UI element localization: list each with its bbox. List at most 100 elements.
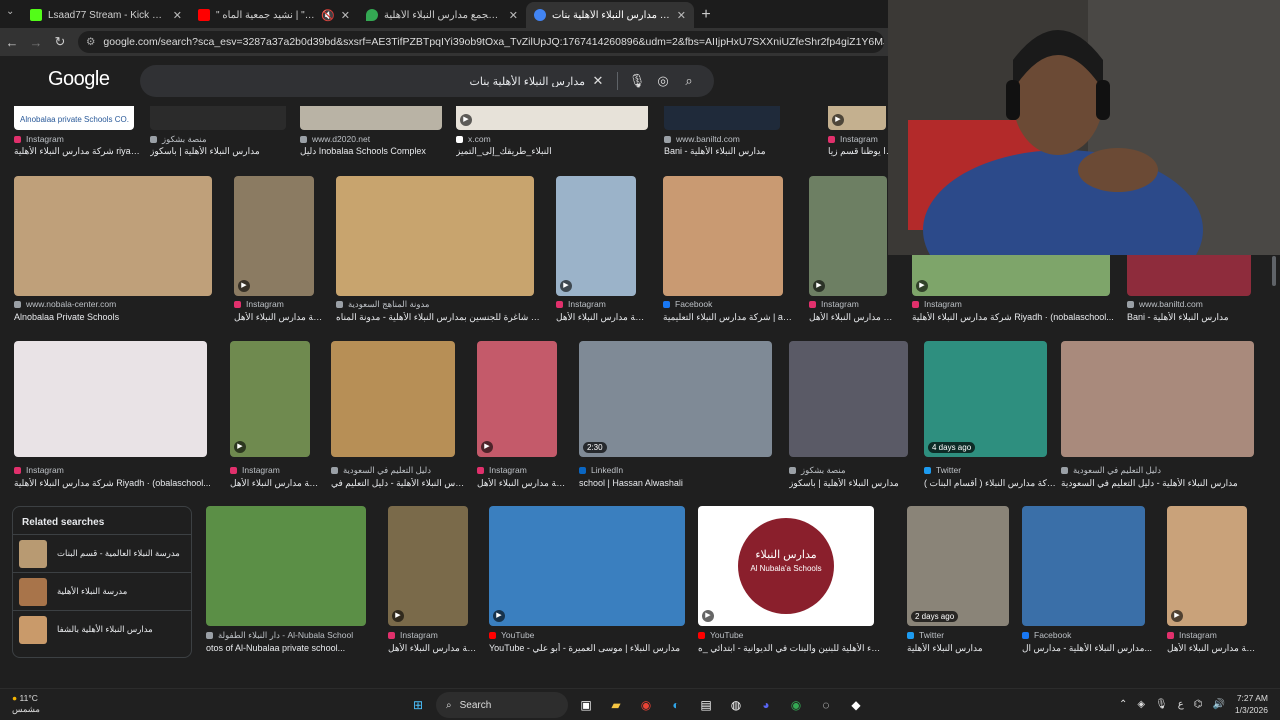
image-result-card[interactable]: دليل التعليم في السعودية مدارس النبلاء ال… — [331, 341, 465, 492]
result-thumbnail[interactable] — [789, 341, 908, 457]
result-source[interactable]: Instagram — [230, 465, 280, 475]
result-caption[interactable]: مدارس النبلاء الأهلية | باسكوز — [789, 478, 918, 489]
result-thumbnail[interactable] — [664, 106, 780, 130]
clear-icon[interactable]: ✕ — [585, 73, 611, 89]
search-input[interactable] — [152, 75, 585, 87]
mic-icon[interactable]: 🎙 — [1155, 699, 1168, 710]
result-thumbnail[interactable] — [150, 106, 286, 130]
result-caption[interactable]: school | Hassan Alwashali — [579, 478, 782, 488]
page-scrollbar[interactable] — [1272, 256, 1276, 286]
volume-icon[interactable]: 🔊 — [1212, 699, 1224, 710]
windows-start-icon[interactable]: ⊞ — [406, 693, 430, 717]
image-result-card[interactable]: www.d2020.net دليل Inobalaa Schools Compl… — [300, 106, 442, 160]
result-thumbnail[interactable] — [206, 506, 366, 626]
result-source[interactable]: دليل التعليم في السعودية — [1061, 465, 1161, 476]
result-caption[interactable]: شركة مدارس النبلاء الأهل... — [809, 312, 897, 323]
result-caption[interactable]: شركة مدارس النبلاء الأهل... — [477, 478, 567, 489]
mute-icon[interactable]: 🔇 — [321, 9, 335, 22]
result-caption[interactable]: شركة مدارس النبلاء الأهل... — [230, 478, 320, 489]
chrome-icon[interactable]: ◉ — [634, 693, 658, 717]
obs-icon[interactable]: ◍ — [724, 693, 748, 717]
result-thumbnail[interactable] — [331, 341, 455, 457]
image-result-card[interactable]: 2:30 LinkedIn school | Hassan Alwashali — [579, 341, 772, 492]
task-view-icon[interactable]: ▣ — [574, 693, 598, 717]
result-thumbnail[interactable]: ▶ — [828, 106, 886, 130]
image-result-card[interactable]: ▶ Instagram شركة مدارس النبلاء الأهل... — [477, 341, 567, 492]
address-bar[interactable]: ⚙ google.com/search?sca_esv=3287a37a2b0d… — [78, 31, 884, 53]
result-caption[interactable]: Alnobalaa Private Schools — [14, 312, 222, 322]
browser-tab[interactable]: " الماهر " | نشيد جمعية الماه 🔇 ✕ — [190, 2, 358, 28]
result-thumbnail[interactable]: 4 days ago — [924, 341, 1047, 457]
chrome-active-icon[interactable]: ◉ — [784, 693, 808, 717]
image-result-card[interactable]: منصة بشكوز مدارس النبلاء الأهلية | باسكوز — [789, 341, 908, 492]
result-source[interactable]: www.baniltd.com — [664, 134, 740, 144]
result-caption[interactable]: Bani - مدارس النبلاء الأهلية — [664, 146, 790, 157]
result-thumbnail[interactable] — [1061, 341, 1254, 457]
result-source[interactable]: YouTube — [489, 630, 534, 640]
result-caption[interactable]: مدارس النبلاء الأهلية - دليل التعليم في … — [1061, 478, 1264, 489]
browser-tab-active[interactable]: مدارس النبلاء الأهلية بنات - arch ✕ — [526, 2, 694, 28]
result-source[interactable]: Instagram — [388, 630, 438, 640]
tab-search-icon[interactable]: ⌄ — [6, 6, 14, 17]
result-caption[interactable]: مدارس النبلاء الأهلية | باسكوز — [150, 146, 296, 157]
result-source[interactable]: Instagram — [234, 299, 284, 309]
result-caption[interactable]: دليل Inobalaa Schools Complex — [300, 146, 452, 157]
result-thumbnail[interactable] — [300, 106, 442, 130]
result-source[interactable]: Instagram — [809, 299, 859, 309]
edge-icon[interactable]: ◐ — [664, 693, 688, 717]
result-thumbnail[interactable] — [663, 176, 783, 296]
result-caption[interactable]: شركة مدارس النبلاء الأهل... — [234, 312, 324, 323]
result-caption[interactable]: مدارس النبلاء الأهلية - مدارس ال... — [1022, 643, 1155, 654]
result-source[interactable]: دار النبلاء الطفولة - Al-Nubala School — [206, 630, 353, 641]
result-thumbnail[interactable]: ▶ — [456, 106, 648, 130]
result-source[interactable]: www.baniltd.com — [1127, 299, 1203, 309]
close-tab-icon[interactable]: ✕ — [677, 9, 686, 22]
microphone-icon[interactable]: 🎙 — [624, 73, 650, 89]
result-caption[interactable]: شركة مدارس النبلاء الأهل... — [388, 643, 478, 654]
app-icon[interactable]: ◌ — [814, 693, 838, 717]
steam-icon[interactable]: ◆ — [844, 693, 868, 717]
google-logo[interactable]: Google — [48, 68, 110, 91]
result-caption[interactable]: شركة مدارس النبلاء الأهلية Riyadh · (nob… — [912, 312, 1120, 323]
result-caption[interactable]: شركة مدارس النبلاء ( أقسام البنات ) — [924, 478, 1057, 489]
clock[interactable]: 7:27 AM 1/3/2026 — [1235, 692, 1268, 716]
taskbar-search[interactable]: ⌕ Search — [436, 692, 568, 718]
image-result-card[interactable]: Facebook مدارس النبلاء الأهلية - مدارس ال… — [1022, 506, 1152, 657]
result-source[interactable]: Instagram — [556, 299, 606, 309]
file-explorer-icon[interactable]: ▰ — [604, 693, 628, 717]
image-result-card[interactable]: مدونة المناهج السعودية وظائف شاغرة للجنسي… — [336, 176, 544, 326]
result-source[interactable]: www.d2020.net — [300, 134, 370, 144]
search-box[interactable]: ✕ 🎙 ◎ ⌕ — [140, 65, 714, 97]
result-thumbnail[interactable]: ▶ — [234, 176, 314, 296]
result-thumbnail[interactable]: 2 days ago — [907, 506, 1009, 626]
reload-icon[interactable]: ↻ — [48, 34, 72, 50]
result-caption[interactable]: YouTube - مدارس النبلاء | موسى العميرة -… — [489, 643, 695, 654]
related-search-item[interactable]: مدرسة النبلاء العالمية - قسم البنات — [13, 534, 191, 572]
result-thumbnail[interactable]: ▶ — [489, 506, 685, 626]
image-result-card[interactable]: Instagram شركة مدارس النبلاء الأهلية Riya… — [14, 341, 211, 492]
result-thumbnail[interactable] — [1022, 506, 1145, 626]
store-icon[interactable]: ▤ — [694, 693, 718, 717]
image-result-card[interactable]: 4 days ago Twitter شركة مدارس النبلاء ( أق… — [924, 341, 1057, 492]
back-arrow-icon[interactable]: ← — [0, 35, 24, 50]
result-thumbnail[interactable]: ▶ — [477, 341, 557, 457]
result-caption[interactable]: شركة مدارس النبلاء الأهلية Riyadh · (oba… — [14, 478, 217, 489]
result-thumbnail[interactable] — [14, 176, 212, 296]
result-caption[interactable]: شركة مدارس النبلاء الأهلية riyadh... — [14, 146, 144, 157]
image-result-card[interactable]: www.baniltd.com Bani - مدارس النبلاء الأه… — [664, 106, 780, 160]
image-result-card[interactable]: مدارس النبلاء Al Nubala'a Schools ▶ YouTube… — [698, 506, 884, 657]
image-result-card[interactable]: Alnobalaa private Schools CO. Instagram شر… — [14, 106, 144, 160]
weather-widget[interactable]: ● 11°C مشمس — [12, 693, 40, 715]
result-source[interactable]: Instagram — [14, 134, 64, 144]
result-caption[interactable]: وظائف شاغرة للجنسين بمدارس النبلاء الأهل… — [336, 312, 544, 323]
result-caption[interactable]: نزا يوظنا قسم زيا... — [828, 146, 896, 157]
discord-icon[interactable]: ◕ — [754, 693, 778, 717]
image-result-card[interactable]: ▶ Instagram شركة مدارس النبلاء الأهل... — [230, 341, 320, 492]
result-source[interactable]: www.nobala-center.com — [14, 299, 116, 309]
result-thumbnail[interactable]: Alnobalaa private Schools CO. — [14, 106, 134, 130]
result-source[interactable]: Instagram — [477, 465, 527, 475]
lens-icon[interactable]: ◎ — [650, 73, 676, 89]
related-search-item[interactable]: مدرسة النبلاء الأهلية — [13, 572, 191, 610]
close-tab-icon[interactable]: ✕ — [173, 9, 182, 22]
image-result-card[interactable]: ▶ Instagram شركة مدارس النبلاء الأهل... — [556, 176, 646, 326]
